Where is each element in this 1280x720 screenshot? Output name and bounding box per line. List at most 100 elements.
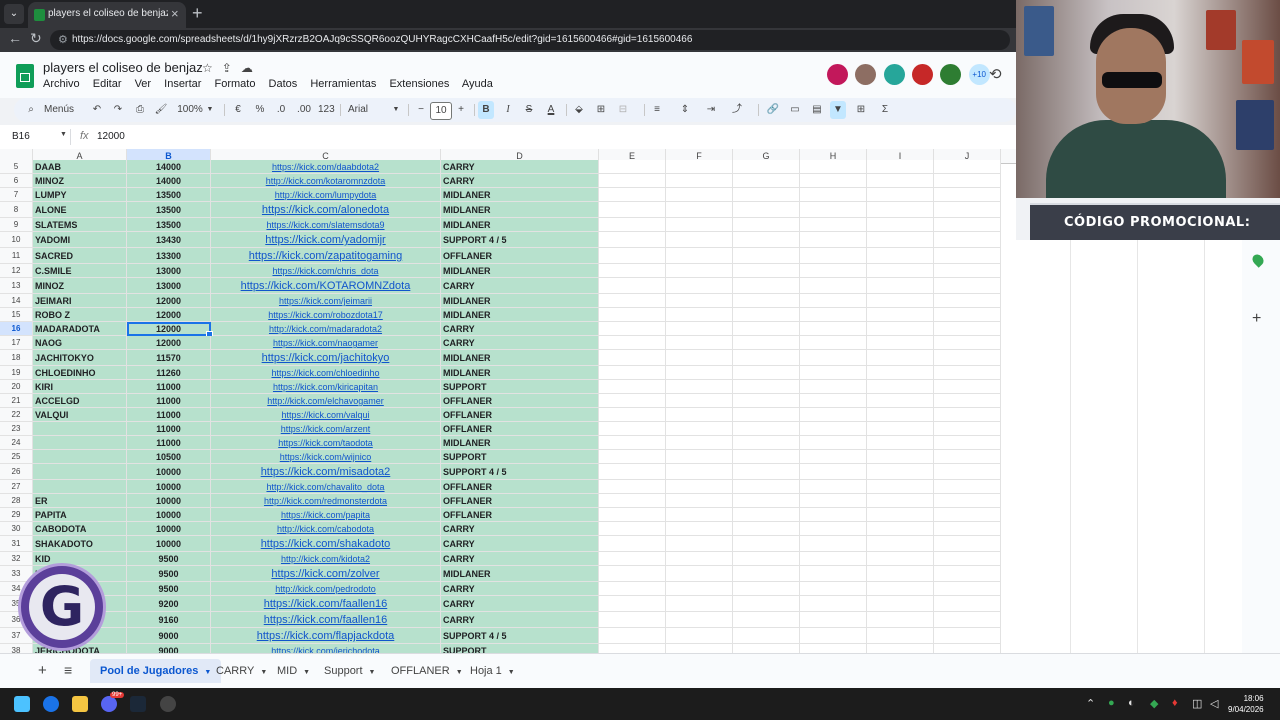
sheet-tab-offlaner[interactable]: OFFLANER ▼: [381, 659, 473, 683]
player-name-cell[interactable]: VALQUI: [33, 408, 127, 422]
empty-cell[interactable]: [733, 612, 800, 628]
row-number[interactable]: 5: [0, 160, 33, 174]
empty-cell[interactable]: [599, 422, 666, 436]
player-name-cell[interactable]: ACCELGD: [33, 394, 127, 408]
empty-cell[interactable]: [599, 350, 666, 366]
empty-cell[interactable]: [666, 248, 733, 264]
sheet-tab-pool-de-jugadores[interactable]: Pool de Jugadores ▼: [90, 659, 222, 683]
player-name-cell[interactable]: ER: [33, 494, 127, 508]
tray-app-icon[interactable]: ●: [1108, 697, 1115, 709]
empty-cell[interactable]: [867, 596, 934, 612]
empty-cell[interactable]: [867, 436, 934, 450]
kick-link-cell[interactable]: https://kick.com/naogamer: [211, 336, 441, 350]
empty-cell[interactable]: [867, 336, 934, 350]
player-name-cell[interactable]: MADARADOTA: [33, 322, 127, 336]
empty-cell[interactable]: [800, 174, 867, 188]
browser-tab[interactable]: players el coliseo de benjaz - Hoja ×: [28, 2, 186, 28]
empty-cell[interactable]: [800, 278, 867, 294]
empty-cell[interactable]: [934, 322, 1001, 336]
empty-cell[interactable]: [666, 552, 733, 566]
print-icon[interactable]: ⎙: [133, 98, 147, 122]
name-box[interactable]: B16: [12, 131, 30, 142]
score-cell[interactable]: 13500: [127, 202, 211, 218]
doc-title[interactable]: players el coliseo de benjaz: [43, 60, 203, 75]
score-cell[interactable]: 11570: [127, 350, 211, 366]
empty-cell[interactable]: [800, 248, 867, 264]
empty-cell[interactable]: [867, 464, 934, 480]
taskbar-clock[interactable]: 18:06 9/04/2026: [1228, 693, 1264, 715]
empty-cell[interactable]: [666, 522, 733, 536]
empty-cell[interactable]: [599, 202, 666, 218]
row-number[interactable]: 21: [0, 394, 33, 408]
role-cell[interactable]: CARRY: [441, 612, 599, 628]
empty-cell[interactable]: [666, 566, 733, 582]
empty-cell[interactable]: [800, 566, 867, 582]
empty-cell[interactable]: [934, 628, 1001, 644]
kick-link-cell[interactable]: https://kick.com/faallen16: [211, 612, 441, 628]
empty-cell[interactable]: [867, 522, 934, 536]
menu-extensiones[interactable]: Extensiones: [389, 78, 449, 90]
empty-cell[interactable]: [934, 436, 1001, 450]
row-number[interactable]: 30: [0, 522, 33, 536]
empty-cell[interactable]: [666, 480, 733, 494]
row-number[interactable]: 26: [0, 464, 33, 480]
empty-cell[interactable]: [733, 366, 800, 380]
row-number[interactable]: 11: [0, 248, 33, 264]
empty-cell[interactable]: [733, 450, 800, 464]
get-addons-icon[interactable]: +: [1252, 310, 1261, 328]
empty-cell[interactable]: [666, 596, 733, 612]
kick-link-cell[interactable]: http://kick.com/redmonsterdota: [211, 494, 441, 508]
empty-cell[interactable]: [867, 566, 934, 582]
empty-cell[interactable]: [867, 628, 934, 644]
empty-cell[interactable]: [934, 380, 1001, 394]
role-cell[interactable]: MIDLANER: [441, 218, 599, 232]
empty-cell[interactable]: [934, 218, 1001, 232]
role-cell[interactable]: CARRY: [441, 174, 599, 188]
score-cell[interactable]: 10000: [127, 536, 211, 552]
score-cell[interactable]: 10000: [127, 464, 211, 480]
tray-expand-icon[interactable]: ⌃: [1086, 697, 1095, 710]
empty-cell[interactable]: [867, 232, 934, 248]
percent-format-button[interactable]: %: [254, 98, 266, 122]
empty-cell[interactable]: [733, 294, 800, 308]
row-number[interactable]: 22: [0, 408, 33, 422]
discord-icon[interactable]: [101, 696, 117, 712]
sheets-logo-icon[interactable]: [16, 64, 34, 88]
empty-cell[interactable]: [733, 380, 800, 394]
kick-link-cell[interactable]: https://kick.com/papita: [211, 508, 441, 522]
kick-link-cell[interactable]: https://kick.com/slatemsdota9: [211, 218, 441, 232]
empty-cell[interactable]: [666, 582, 733, 596]
paint-format-icon[interactable]: 🖌: [154, 98, 168, 122]
score-cell[interactable]: 13500: [127, 218, 211, 232]
row-number[interactable]: 31: [0, 536, 33, 552]
tray-app-icon[interactable]: ◆: [1150, 697, 1158, 710]
empty-cell[interactable]: [800, 422, 867, 436]
player-name-cell[interactable]: [33, 422, 127, 436]
align-vertical-icon[interactable]: ⇕: [678, 98, 692, 122]
player-name-cell[interactable]: ROBO Z: [33, 308, 127, 322]
empty-cell[interactable]: [934, 566, 1001, 582]
score-cell[interactable]: 10000: [127, 494, 211, 508]
search-menus-icon[interactable]: ⌕: [24, 98, 38, 122]
empty-cell[interactable]: [800, 322, 867, 336]
empty-cell[interactable]: [800, 450, 867, 464]
role-cell[interactable]: CARRY: [441, 522, 599, 536]
empty-cell[interactable]: [733, 278, 800, 294]
menu-datos[interactable]: Datos: [269, 78, 298, 90]
role-cell[interactable]: MIDLANER: [441, 308, 599, 322]
role-cell[interactable]: SUPPORT: [441, 450, 599, 464]
file-explorer-icon[interactable]: [72, 696, 88, 712]
kick-link-cell[interactable]: http://kick.com/chavalito_dota: [211, 480, 441, 494]
empty-cell[interactable]: [733, 596, 800, 612]
empty-cell[interactable]: [666, 160, 733, 174]
empty-cell[interactable]: [599, 408, 666, 422]
text-wrap-icon[interactable]: ⇥: [704, 98, 718, 122]
empty-cell[interactable]: [733, 508, 800, 522]
empty-cell[interactable]: [867, 408, 934, 422]
player-name-cell[interactable]: SACRED: [33, 248, 127, 264]
score-cell[interactable]: 13000: [127, 264, 211, 278]
empty-cell[interactable]: [733, 188, 800, 202]
merge-cells-icon[interactable]: ⊟: [616, 98, 630, 122]
role-cell[interactable]: CARRY: [441, 160, 599, 174]
empty-cell[interactable]: [599, 628, 666, 644]
